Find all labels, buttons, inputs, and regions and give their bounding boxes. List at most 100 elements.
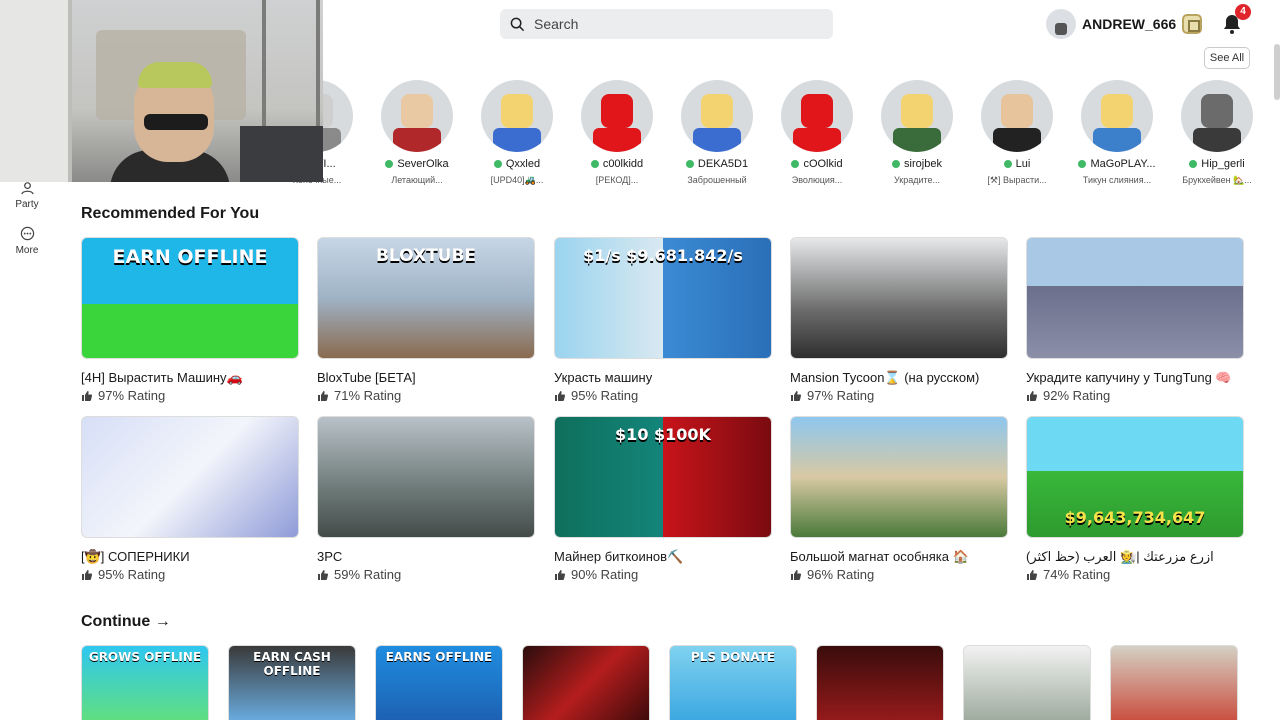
friend-avatar[interactable] (781, 80, 853, 152)
friend-item[interactable]: cOOlkid Эволюция... (767, 80, 867, 185)
online-dot-icon (685, 160, 694, 168)
continue-game-tile[interactable] (816, 645, 944, 720)
friend-item[interactable]: MaGoPLAY... Тикун слияния... (1067, 80, 1167, 185)
nav-label-party: Party (15, 199, 39, 210)
friend-item[interactable]: sirojbek Украдите... (867, 80, 967, 185)
nav-item-party[interactable]: Party (0, 180, 54, 210)
friend-status: Украдите... (893, 175, 941, 185)
scrollbar[interactable] (1274, 44, 1280, 100)
friend-status: Заброшенный (687, 175, 747, 185)
game-thumbnail[interactable]: $9,643,734,647 (1026, 416, 1244, 538)
game-card[interactable]: [🤠] СОПЕРНИКИ 95% Rating (81, 416, 299, 582)
search-bar[interactable] (500, 9, 833, 39)
game-thumbnail[interactable] (790, 237, 1008, 359)
game-thumbnail[interactable]: BLOXTUBE (317, 237, 535, 359)
see-all-button[interactable]: See All (1204, 47, 1250, 69)
thumbnail-text: $10 $100K (615, 425, 711, 444)
online-dot-icon (385, 160, 394, 168)
game-rating: 71% Rating (317, 388, 535, 403)
game-card[interactable]: BLOXTUBE BloxTube [БЕТА] 71% Rating (317, 237, 535, 403)
thumbs-up-icon (82, 569, 93, 580)
continue-game-tile[interactable]: EARN CASH OFFLINE (228, 645, 356, 720)
game-title[interactable]: Украсть машину (554, 370, 772, 386)
friend-avatar[interactable] (381, 80, 453, 152)
game-card[interactable]: $10 $100K Майнер биткоинов⛏️ 90% Rating (554, 416, 772, 582)
game-rating: 59% Rating (317, 567, 535, 582)
search-input[interactable] (534, 16, 814, 32)
friend-avatar[interactable] (681, 80, 753, 152)
rating-text: 90% Rating (571, 567, 639, 582)
friend-avatar[interactable] (881, 80, 953, 152)
continue-game-tile[interactable]: EARNS OFFLINE (375, 645, 503, 720)
game-title[interactable]: BloxTube [БЕТА] (317, 370, 535, 386)
game-thumbnail[interactable]: $10 $100K (554, 416, 772, 538)
friend-avatar[interactable] (481, 80, 553, 152)
game-thumbnail[interactable]: EARN OFFLINE (81, 237, 299, 359)
party-icon (20, 182, 34, 195)
friend-item[interactable]: Qxxled [UPD40]🚜... (467, 80, 567, 186)
game-card[interactable]: Большой магнат особняка 🏠 96% Rating (790, 416, 1008, 582)
game-rating: 96% Rating (790, 567, 1008, 582)
continue-game-tile[interactable] (522, 645, 650, 720)
game-thumbnail[interactable] (81, 416, 299, 538)
continue-game-tile[interactable]: GROWS OFFLINE (81, 645, 209, 720)
game-thumbnail[interactable] (790, 416, 1008, 538)
robux-icon[interactable] (1182, 14, 1202, 34)
continue-game-tile[interactable] (963, 645, 1091, 720)
continue-game-tile[interactable] (1110, 645, 1238, 720)
game-card[interactable]: EARN OFFLINE [4H] Вырастить Машину🚗 97% Ra… (81, 237, 299, 403)
friend-item[interactable]: c00lkidd [РЕКОД]... (567, 80, 667, 185)
nav-item-more[interactable]: More (0, 226, 54, 256)
friend-item[interactable]: DEKA5D1 Заброшенный (667, 80, 767, 185)
friend-item[interactable]: Hip_gerli Брукхейвен 🏡... (1167, 80, 1267, 186)
rating-text: 95% Rating (98, 567, 166, 582)
notification-badge: 4 (1235, 4, 1251, 20)
user-profile[interactable]: ANDREW_666 (1046, 9, 1176, 39)
game-title[interactable]: Майнер биткоинов⛏️ (554, 549, 772, 565)
game-thumbnail[interactable] (1026, 237, 1244, 359)
game-card[interactable]: Mansion Tycoon⌛ (на русском) 97% Rating (790, 237, 1008, 403)
game-rating: 92% Rating (1026, 388, 1244, 403)
game-title[interactable]: [🤠] СОПЕРНИКИ (81, 549, 299, 565)
thumbs-up-icon (791, 569, 802, 580)
game-title[interactable]: Украдите капучину у TungTung 🧠 (1026, 370, 1244, 386)
game-thumbnail[interactable]: $1/s $9.681.842/s (554, 237, 772, 359)
rating-text: 92% Rating (1043, 388, 1111, 403)
game-card[interactable]: $9,643,734,647 ازرع مزرعتك |🧑‍🌾 العرب (حظ… (1026, 416, 1244, 582)
friend-item[interactable]: Lui [⚒] Вырасти... (967, 80, 1067, 186)
username[interactable]: ANDREW_666 (1082, 16, 1176, 32)
friend-name-row: Qxxled (467, 158, 567, 170)
friend-avatar[interactable] (1181, 80, 1253, 152)
game-thumbnail[interactable] (317, 416, 535, 538)
game-card[interactable]: $1/s $9.681.842/s Украсть машину 95% Ratin… (554, 237, 772, 403)
friend-avatar[interactable] (981, 80, 1053, 152)
friend-name-row: Lui (967, 158, 1067, 170)
friend-item[interactable]: SeverOlka Летающий... (367, 80, 467, 185)
friend-name-row: c00lkidd (567, 158, 667, 170)
game-rating: 97% Rating (81, 388, 299, 403)
continue-tile-text: EARN CASH OFFLINE (253, 650, 331, 678)
game-title[interactable]: 3PC (317, 549, 535, 565)
friend-name: Hip_gerli (1201, 158, 1245, 170)
rating-text: 96% Rating (807, 567, 875, 582)
continue-title[interactable]: Continue → (81, 613, 171, 631)
continue-game-tile[interactable]: PLS DONATE (669, 645, 797, 720)
game-card[interactable]: Украдите капучину у TungTung 🧠 92% Rating (1026, 237, 1244, 403)
game-rating: 97% Rating (790, 388, 1008, 403)
thumbnail-text: $1/s $9.681.842/s (583, 246, 743, 265)
friend-status: Летающий... (391, 175, 443, 185)
avatar[interactable] (1046, 9, 1076, 39)
game-title[interactable]: ازرع مزرعتك |🧑‍🌾 العرب (حظ اكثر) (1026, 549, 1244, 565)
game-title[interactable]: [4H] Вырастить Машину🚗 (81, 370, 299, 386)
friend-avatar[interactable] (581, 80, 653, 152)
game-card[interactable]: 3PC 59% Rating (317, 416, 535, 582)
online-dot-icon (590, 160, 599, 168)
game-title[interactable]: Mansion Tycoon⌛ (на русском) (790, 370, 1008, 386)
continue-tile-text: GROWS OFFLINE (88, 650, 202, 664)
online-dot-icon (892, 160, 901, 168)
online-dot-icon (493, 160, 502, 168)
game-rating: 95% Rating (81, 567, 299, 582)
thumbs-up-icon (555, 390, 566, 401)
friend-avatar[interactable] (1081, 80, 1153, 152)
game-title[interactable]: Большой магнат особняка 🏠 (790, 549, 1008, 565)
